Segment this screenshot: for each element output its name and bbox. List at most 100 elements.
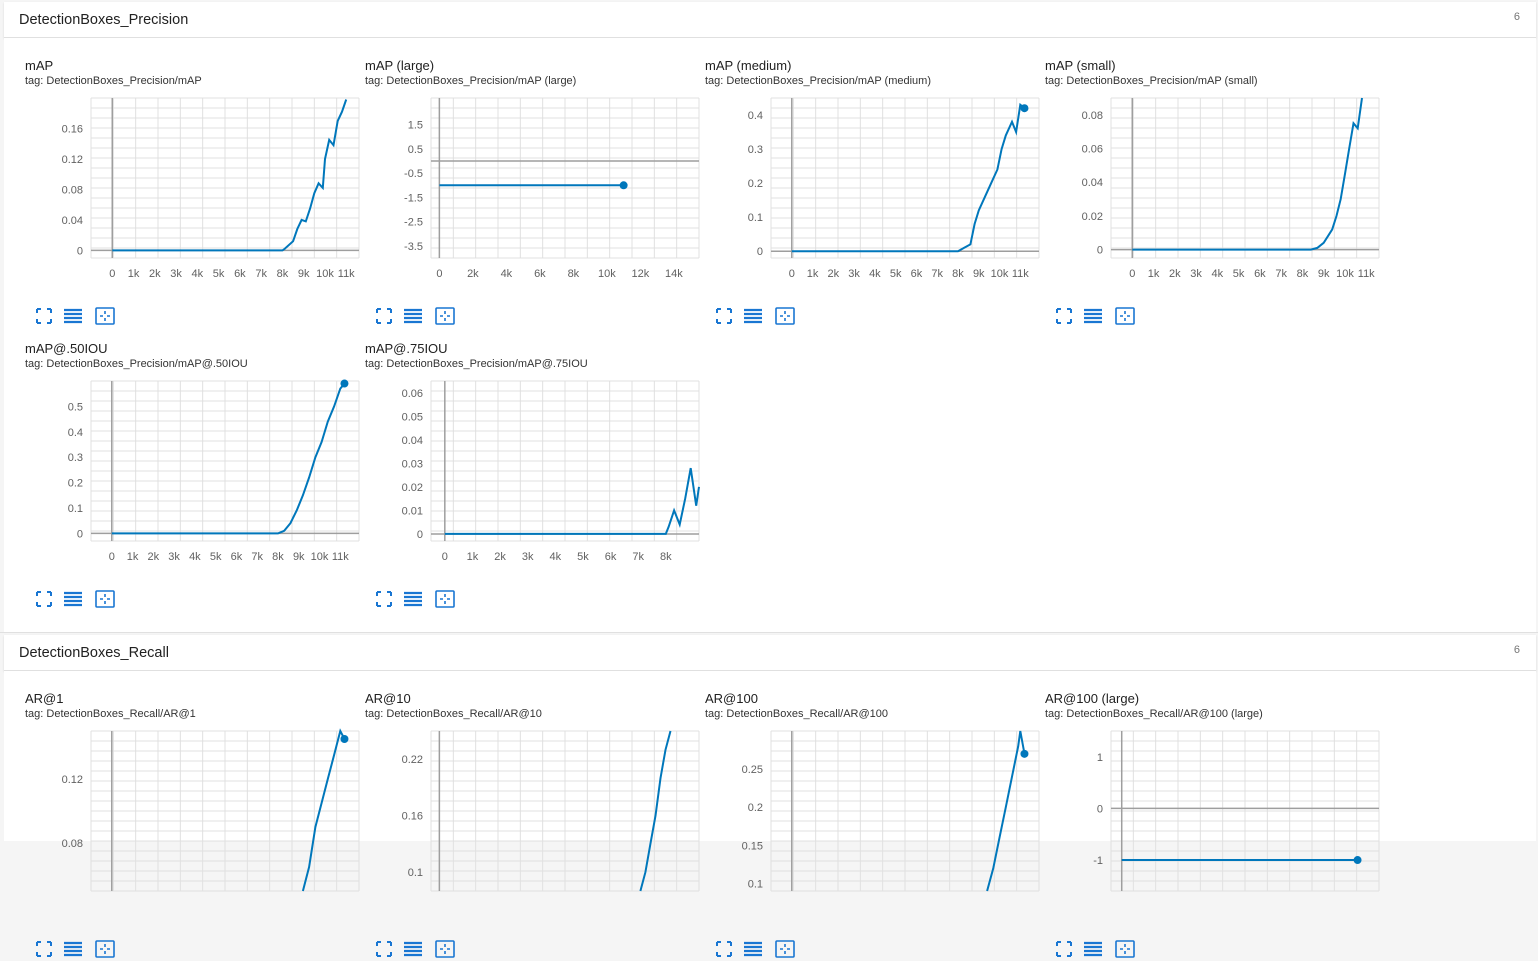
y-tick-label: 0.08 xyxy=(1082,110,1103,122)
y-tick-label: 0 xyxy=(417,529,423,541)
scalar-card: AR@1tag: DetectionBoxes_Recall/AR@10.080… xyxy=(4,691,339,961)
fullscreen-icon[interactable] xyxy=(374,589,396,609)
x-tick-label: 1k xyxy=(467,551,479,563)
y-tick-label: 0.1 xyxy=(68,503,83,515)
series-line xyxy=(1132,98,1362,250)
toggle-log-scale-icon[interactable] xyxy=(402,589,424,609)
y-tick-label: 0.12 xyxy=(62,774,83,786)
x-tick-label: 0 xyxy=(109,268,115,280)
toggle-log-scale-icon[interactable] xyxy=(62,939,84,959)
x-tick-label: 8k xyxy=(660,551,672,563)
x-tick-label: 4k xyxy=(869,268,881,280)
x-tick-label: 6k xyxy=(534,268,546,280)
fit-domain-icon[interactable] xyxy=(1114,306,1136,326)
x-tick-label: 1k xyxy=(807,268,819,280)
toggle-log-scale-icon[interactable] xyxy=(62,589,84,609)
toggle-log-scale-icon[interactable] xyxy=(742,939,764,959)
y-tick-label: 0.06 xyxy=(402,388,423,400)
line-chart[interactable]: 0.10.150.20.25 xyxy=(684,691,1044,931)
line-chart[interactable]: 00.10.20.30.40.501k2k3k4k5k6k7k8k9k10k11… xyxy=(4,341,364,581)
grid-lines xyxy=(91,381,359,541)
fullscreen-icon[interactable] xyxy=(374,306,396,326)
toggle-log-scale-icon[interactable] xyxy=(1082,939,1104,959)
line-chart[interactable]: 00.010.020.030.040.050.0601k2k3k4k5k6k7k… xyxy=(344,341,704,581)
section-divider xyxy=(0,632,1538,633)
fullscreen-icon[interactable] xyxy=(1054,306,1076,326)
fullscreen-icon[interactable] xyxy=(374,939,396,959)
x-tick-label: 2k xyxy=(1169,268,1181,280)
x-tick-label: 9k xyxy=(1318,268,1330,280)
x-tick-label: 5k xyxy=(890,268,902,280)
scalar-card: mAP@.75IOUtag: DetectionBoxes_Precision/… xyxy=(344,341,679,611)
toggle-log-scale-icon[interactable] xyxy=(62,306,84,326)
fullscreen-icon[interactable] xyxy=(34,589,56,609)
y-tick-label: -2.5 xyxy=(404,217,423,229)
x-tick-label: 5k xyxy=(1233,268,1245,280)
x-tick-label: 6k xyxy=(1254,268,1266,280)
y-tick-label: 0.02 xyxy=(1082,211,1103,223)
section-header-precision[interactable]: DetectionBoxes_Precision 6 xyxy=(4,2,1536,38)
fit-domain-icon[interactable] xyxy=(774,939,796,959)
toggle-log-scale-icon[interactable] xyxy=(402,939,424,959)
fullscreen-icon[interactable] xyxy=(34,939,56,959)
y-tick-label: 0 xyxy=(77,245,83,257)
line-chart[interactable]: 00.020.040.060.0801k2k3k4k5k6k7k8k9k10k1… xyxy=(1024,58,1384,298)
y-tick-label: 0.1 xyxy=(748,878,763,890)
y-tick-label: 0.2 xyxy=(748,802,763,814)
x-tick-label: 10k xyxy=(1336,268,1354,280)
grid-lines xyxy=(431,731,699,891)
y-tick-label: 0.4 xyxy=(68,427,83,439)
fit-domain-icon[interactable] xyxy=(434,306,456,326)
x-tick-label: 10k xyxy=(316,268,334,280)
line-chart[interactable]: 0.10.160.22 xyxy=(344,691,704,931)
x-tick-label: 9k xyxy=(293,551,305,563)
fullscreen-icon[interactable] xyxy=(714,306,736,326)
y-tick-label: 0.3 xyxy=(748,144,763,156)
fullscreen-icon[interactable] xyxy=(34,306,56,326)
line-chart[interactable]: 1.50.5-0.5-1.5-2.5-3.502k4k6k8k10k12k14k xyxy=(344,58,704,298)
section-header-recall[interactable]: DetectionBoxes_Recall 6 xyxy=(4,635,1536,671)
x-tick-label: 7k xyxy=(255,268,267,280)
series-endpoint-marker xyxy=(1354,856,1362,864)
y-tick-label: 0.12 xyxy=(62,154,83,166)
fit-domain-icon[interactable] xyxy=(774,306,796,326)
fit-domain-icon[interactable] xyxy=(1114,939,1136,959)
x-tick-label: 6k xyxy=(911,268,923,280)
fit-domain-icon[interactable] xyxy=(94,589,116,609)
y-tick-label: 1 xyxy=(1097,752,1103,764)
y-tick-label: 0.16 xyxy=(402,811,423,823)
toggle-log-scale-icon[interactable] xyxy=(1082,306,1104,326)
y-tick-label: 0.08 xyxy=(62,838,83,850)
fit-domain-icon[interactable] xyxy=(94,306,116,326)
x-tick-label: 4k xyxy=(501,268,513,280)
fit-domain-icon[interactable] xyxy=(434,939,456,959)
x-tick-label: 14k xyxy=(665,268,683,280)
fullscreen-icon[interactable] xyxy=(1054,939,1076,959)
x-tick-label: 6k xyxy=(231,551,243,563)
x-tick-label: 8k xyxy=(272,551,284,563)
x-tick-label: 6k xyxy=(234,268,246,280)
fit-domain-icon[interactable] xyxy=(434,589,456,609)
grid-lines xyxy=(91,98,359,258)
grid-lines xyxy=(771,98,1039,258)
y-tick-label: 0.4 xyxy=(748,110,763,122)
line-chart[interactable]: 00.040.080.120.1601k2k3k4k5k6k7k8k9k10k1… xyxy=(4,58,364,298)
x-tick-label: 2k xyxy=(467,268,479,280)
x-tick-label: 4k xyxy=(189,551,201,563)
x-tick-label: 8k xyxy=(1297,268,1309,280)
y-tick-label: -0.5 xyxy=(404,168,423,180)
fit-domain-icon[interactable] xyxy=(94,939,116,959)
x-tick-label: 6k xyxy=(605,551,617,563)
fullscreen-icon[interactable] xyxy=(714,939,736,959)
y-tick-label: 0.1 xyxy=(408,867,423,879)
toggle-log-scale-icon[interactable] xyxy=(402,306,424,326)
y-tick-label: 0.1 xyxy=(748,212,763,224)
scalar-card: mAP (large)tag: DetectionBoxes_Precision… xyxy=(344,58,679,328)
scalar-card: AR@100tag: DetectionBoxes_Recall/AR@1000… xyxy=(684,691,1019,961)
line-chart[interactable]: 10-1 xyxy=(1024,691,1384,931)
scalar-card: AR@10tag: DetectionBoxes_Recall/AR@100.1… xyxy=(344,691,679,961)
toggle-log-scale-icon[interactable] xyxy=(742,306,764,326)
line-chart[interactable]: 00.10.20.30.401k2k3k4k5k6k7k8k9k10k11k xyxy=(684,58,1044,298)
x-tick-label: 9k xyxy=(973,268,985,280)
line-chart[interactable]: 0.08 0.12 xyxy=(4,691,364,931)
